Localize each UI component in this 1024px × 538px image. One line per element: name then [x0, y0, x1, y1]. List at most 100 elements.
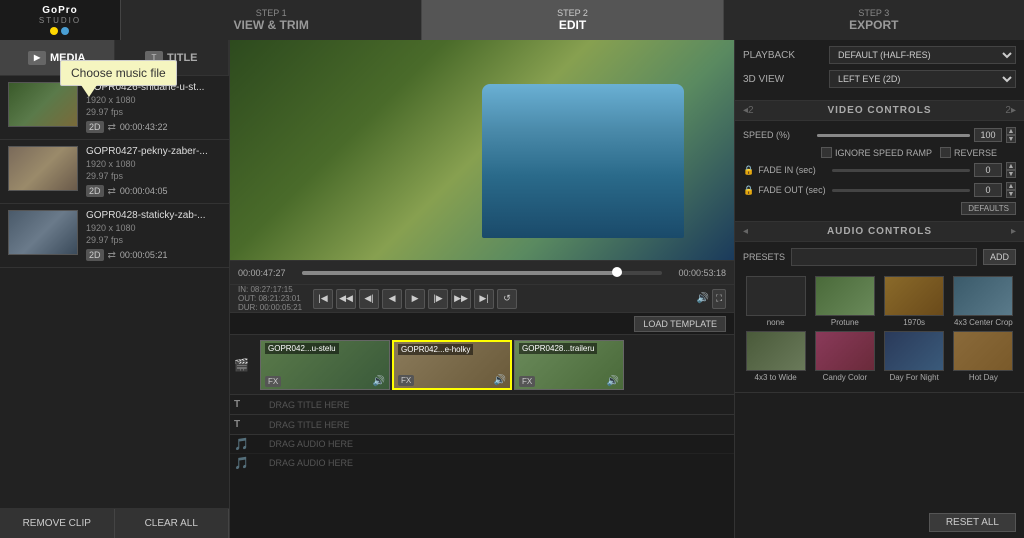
preset-1970s[interactable]: 1970s: [882, 276, 947, 327]
preset-name-candy: Candy Color: [823, 373, 867, 382]
media-thumb-3: [8, 210, 78, 255]
clip-2-fx[interactable]: FX: [398, 375, 414, 386]
fade-out-up[interactable]: ▲: [1006, 182, 1016, 190]
reverse-item[interactable]: REVERSE: [940, 147, 997, 158]
next-frame-button[interactable]: ▶▶: [451, 289, 471, 309]
playback-dropdown[interactable]: DEFAULT (HALF-RES): [829, 46, 1016, 64]
fade-out-input[interactable]: [974, 183, 1002, 197]
media-fps-2: 29.97 fps: [86, 171, 221, 181]
speed-input[interactable]: [974, 128, 1002, 142]
media-list: GOPR0426-snidane-u-st... 1920 x 1080 29.…: [0, 76, 229, 508]
preset-daynight[interactable]: Day For Night: [882, 331, 947, 382]
skip-start-button[interactable]: |◀: [313, 289, 333, 309]
preset-name-protune: Protune: [831, 318, 859, 327]
speed-down[interactable]: ▼: [1006, 135, 1016, 143]
preset-name-1970s: 1970s: [903, 318, 925, 327]
load-template-button[interactable]: LOAD TEMPLATE: [634, 316, 726, 332]
clip-1-label: GOPR042...u-stelu: [265, 343, 339, 354]
preset-none[interactable]: none: [743, 276, 808, 327]
gopro-logo: GoPro STUDIO: [0, 0, 120, 40]
media-res-2: 1920 x 1080: [86, 159, 221, 169]
video-controls-title: VIDEO CONTROLS: [754, 105, 1006, 116]
volume-icon[interactable]: 🔊: [697, 293, 709, 304]
play-back-button[interactable]: ◀: [382, 289, 402, 309]
loop-button[interactable]: ↺: [497, 289, 517, 309]
fade-out-slider[interactable]: [832, 189, 970, 192]
step-2[interactable]: STEP 2 EDIT: [421, 0, 722, 40]
clip-3-label: GOPR0428...traileru: [519, 343, 597, 354]
out-point: OUT: 08:21:23:01: [238, 294, 302, 303]
progress-track[interactable]: [302, 271, 662, 275]
clip-3[interactable]: GOPR0428...traileru FX 🔊: [514, 340, 624, 390]
clip-3-fx[interactable]: FX: [519, 376, 535, 387]
step-forward-button[interactable]: |▶: [428, 289, 448, 309]
skip-end-button[interactable]: ▶|: [474, 289, 494, 309]
reset-all-button[interactable]: RESET ALL: [929, 513, 1016, 532]
video-nav-right[interactable]: 2▸: [1005, 105, 1016, 116]
prev-frame-button[interactable]: ◀◀: [336, 289, 356, 309]
presets-row: PRESETS ADD: [743, 248, 1016, 266]
remove-clip-button[interactable]: REMOVE CLIP: [0, 509, 115, 538]
steps-bar: STEP 1 VIEW & TRIM STEP 2 EDIT STEP 3 EX…: [120, 0, 1024, 40]
clear-all-button[interactable]: CLEAR ALL: [115, 509, 230, 538]
audio-nav-right[interactable]: ▸: [1011, 226, 1016, 237]
badge-2d-3: 2D: [86, 249, 104, 261]
media-dur-3: 00:00:05:21: [120, 250, 168, 260]
dur-point: DUR: 00:00:05:21: [238, 303, 302, 312]
presets-input[interactable]: [791, 248, 977, 266]
step-3-num: STEP 3: [858, 8, 889, 18]
playback-row: PLAYBACK DEFAULT (HALF-RES): [743, 46, 1016, 64]
tooltip-arrow: [81, 85, 97, 97]
step-1[interactable]: STEP 1 VIEW & TRIM: [120, 0, 421, 40]
clip-1-fx[interactable]: FX: [265, 376, 281, 387]
fade-in-down[interactable]: ▼: [1006, 170, 1016, 178]
step-back-button[interactable]: ◀|: [359, 289, 379, 309]
playback-label: PLAYBACK: [743, 50, 823, 61]
dot-yellow: [50, 27, 58, 35]
speed-up[interactable]: ▲: [1006, 127, 1016, 135]
fullscreen-button[interactable]: ⛶: [712, 289, 726, 309]
preset-4x3wide[interactable]: 4x3 to Wide: [743, 331, 808, 382]
media-badges-2: 2D ⇄ 00:00:04:05: [86, 185, 221, 197]
add-preset-button[interactable]: ADD: [983, 249, 1016, 265]
media-name-3: GOPR0428-staticky-zab-...: [86, 210, 216, 221]
preset-protune[interactable]: Protune: [812, 276, 877, 327]
media-badges-1: 2D ⇄ 00:00:43:22: [86, 121, 221, 133]
defaults-button[interactable]: DEFAULTS: [961, 202, 1016, 215]
ignore-speed-checkbox[interactable]: [821, 147, 832, 158]
preset-hotday[interactable]: Hot Day: [951, 331, 1016, 382]
fade-in-label-container: 🔒 FADE IN (sec): [743, 165, 828, 176]
fade-out-down[interactable]: ▼: [1006, 190, 1016, 198]
play-button[interactable]: ▶: [405, 289, 425, 309]
media-fps-1: 29.97 fps: [86, 107, 221, 117]
title-icon-2: T: [234, 419, 240, 430]
preset-candy[interactable]: Candy Color: [812, 331, 877, 382]
drag-audio-1: DRAG AUDIO HERE: [269, 439, 353, 449]
video-nav-left[interactable]: ◂2: [743, 105, 754, 116]
ignore-speed-ramp[interactable]: IGNORE SPEED RAMP: [821, 147, 932, 158]
list-item[interactable]: GOPR0428-staticky-zab-... 1920 x 1080 29…: [0, 204, 229, 268]
preset-name-4x3wide: 4x3 to Wide: [755, 373, 797, 382]
step-1-num: STEP 1: [256, 8, 287, 18]
clip-2[interactable]: GOPR042...e-holky FX 🔊: [392, 340, 512, 390]
video-background: [230, 40, 734, 260]
clip-1[interactable]: GOPR042...u-stelu FX 🔊: [260, 340, 390, 390]
list-item[interactable]: GOPR0427-pekny-zaber-... 1920 x 1080 29.…: [0, 140, 229, 204]
fade-in-input[interactable]: [974, 163, 1002, 177]
gopro-dots: [50, 27, 69, 35]
current-time: 00:00:47:27: [238, 268, 298, 278]
audio-track-2: 🎵 DRAG AUDIO HERE: [230, 453, 734, 471]
clip-3-audio: 🔊: [607, 376, 619, 387]
view-3d-dropdown[interactable]: LEFT EYE (2D): [829, 70, 1016, 88]
fade-in-slider[interactable]: [832, 169, 970, 172]
top-bar: GoPro STUDIO STEP 1 VIEW & TRIM STEP 2 E…: [0, 0, 1024, 40]
reverse-checkbox[interactable]: [940, 147, 951, 158]
fade-in-up[interactable]: ▲: [1006, 162, 1016, 170]
badge-2d-1: 2D: [86, 121, 104, 133]
speed-slider[interactable]: [817, 134, 970, 137]
step-3[interactable]: STEP 3 EXPORT: [723, 0, 1024, 40]
preset-thumb-daynight: [884, 331, 944, 371]
audio-controls-section: ◂ AUDIO CONTROLS ▸ PRESETS ADD none Prot…: [735, 222, 1024, 393]
preset-4x3center[interactable]: 4x3 Center Crop: [951, 276, 1016, 327]
playback-controls: IN: 08:27:17:15 OUT: 08:21:23:01 DUR: 00…: [230, 284, 734, 312]
